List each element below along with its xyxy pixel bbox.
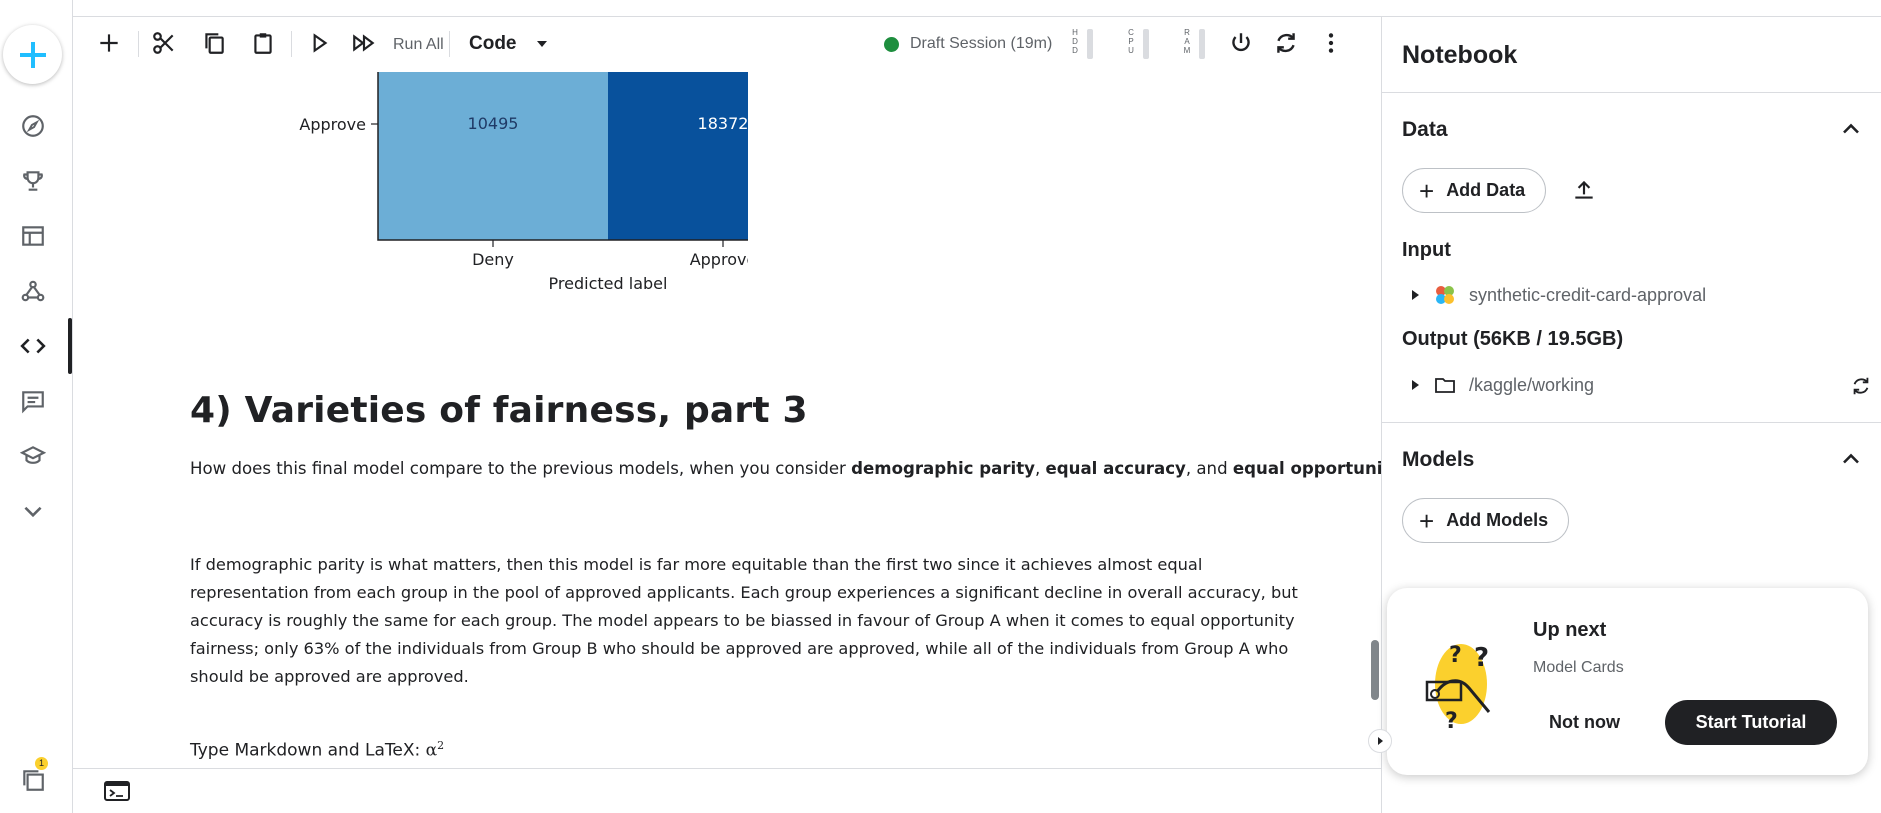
discussion-icon[interactable] xyxy=(17,385,49,417)
create-icon xyxy=(19,41,46,68)
more-options-button[interactable] xyxy=(1315,27,1347,59)
y-tick-label: Approve xyxy=(299,115,366,134)
scissors-icon xyxy=(153,32,174,54)
not-now-button[interactable]: Not now xyxy=(1549,712,1620,733)
input-label: Input xyxy=(1402,239,1451,261)
upload-icon[interactable] xyxy=(1571,177,1597,203)
heatmap-cell-approve-approve xyxy=(608,72,748,240)
session-status[interactable]: Draft Session (19m) xyxy=(910,35,1052,53)
learn-icon[interactable] xyxy=(17,440,49,472)
panel-divider xyxy=(1382,92,1881,93)
power-icon xyxy=(1232,33,1250,52)
cell-type-select[interactable]: Code xyxy=(469,33,517,55)
caret-right-icon xyxy=(1378,737,1383,745)
chevron-up-icon[interactable] xyxy=(1837,115,1865,143)
models-section-title[interactable]: Models xyxy=(1402,448,1474,472)
output-label: Output (56KB / 19.5GB) xyxy=(1402,328,1624,350)
clipboard-icon xyxy=(254,33,272,54)
console-button[interactable] xyxy=(103,779,133,805)
folder-icon xyxy=(1435,378,1455,393)
panel-divider xyxy=(1382,422,1881,423)
cell-label: 10495 xyxy=(468,114,519,133)
svg-text:?: ? xyxy=(1474,643,1489,673)
output-folder-row[interactable]: /kaggle/working xyxy=(1412,371,1594,399)
dataset-icon xyxy=(1436,286,1454,304)
run-cell-button[interactable] xyxy=(303,27,335,59)
confusion-matrix-chart: Approve 10495 18372 Deny Approve Predict… xyxy=(299,72,748,293)
run-all-icon-button[interactable] xyxy=(348,27,380,59)
table-icon[interactable] xyxy=(17,220,49,252)
more-vert-icon xyxy=(1328,33,1334,53)
copy-icon xyxy=(205,33,224,54)
cut-button[interactable] xyxy=(148,27,180,59)
refresh-icon xyxy=(1277,33,1295,53)
play-icon xyxy=(313,33,328,53)
ram-label: RAM xyxy=(1183,28,1191,55)
expand-triangle-icon xyxy=(1412,290,1419,300)
hdd-meter xyxy=(1087,29,1093,59)
markdown-answer: If demographic parity is what matters, t… xyxy=(190,555,1298,686)
left-nav-rail: 1 xyxy=(0,0,73,813)
tutorial-illustration-icon: ? ? ? xyxy=(1425,643,1491,730)
svg-text:?: ? xyxy=(1449,643,1462,668)
active-indicator xyxy=(68,318,72,374)
plus-icon xyxy=(100,34,118,52)
fast-forward-icon xyxy=(353,34,375,52)
top-strip xyxy=(73,0,1881,17)
copy-button[interactable] xyxy=(198,27,230,59)
cell-label: 18372 xyxy=(698,114,748,133)
session-status-dot xyxy=(884,37,899,52)
markdown-question: How does this final model compare to the… xyxy=(190,459,1381,478)
scrollbar-thumb[interactable] xyxy=(1371,640,1379,700)
compass-icon[interactable] xyxy=(17,110,49,142)
start-tutorial-button[interactable]: Start Tutorial xyxy=(1665,700,1837,745)
bottom-bar xyxy=(73,768,1381,813)
up-next-card: ? ? ? Up next Model Cards Not now Start … xyxy=(1387,588,1868,775)
run-all-button[interactable]: Run All xyxy=(393,36,444,54)
caret-down-icon xyxy=(537,41,547,47)
chevron-up-icon[interactable] xyxy=(1837,445,1865,473)
toolbar-divider xyxy=(449,31,450,57)
markdown-heading: 4) Varieties of fairness, part 3 xyxy=(190,390,808,431)
models-icon[interactable] xyxy=(17,275,49,307)
markdown-input-placeholder[interactable]: Type Markdown and LaTeX: α2 xyxy=(190,732,444,765)
notebook-content: Approve 10495 18372 Deny Approve Predict… xyxy=(73,72,1381,768)
collapse-panel-button[interactable] xyxy=(1368,729,1392,753)
expand-triangle-icon xyxy=(1412,380,1419,390)
x-tick-label: Approve xyxy=(690,250,748,269)
restart-button[interactable] xyxy=(1270,27,1302,59)
cpu-meter xyxy=(1143,29,1149,59)
toolbar-divider xyxy=(291,31,292,57)
add-data-button[interactable]: + Add Data xyxy=(1402,168,1547,213)
heatmap-cell-approve-deny xyxy=(378,72,608,240)
ram-meter xyxy=(1199,29,1205,59)
hdd-label: HDD xyxy=(1072,28,1078,55)
svg-text:?: ? xyxy=(1445,709,1458,730)
up-next-subtitle: Model Cards xyxy=(1533,659,1624,676)
plus-icon: + xyxy=(1419,505,1435,536)
trophy-icon[interactable] xyxy=(17,165,49,197)
expand-more-icon[interactable] xyxy=(17,495,49,527)
x-tick-label: Deny xyxy=(472,250,514,269)
plus-icon: + xyxy=(1419,175,1435,206)
toolbar-divider xyxy=(138,31,139,57)
x-axis-label: Predicted label xyxy=(549,274,668,293)
refresh-icon[interactable] xyxy=(1850,375,1872,397)
add-cell-button[interactable] xyxy=(93,27,125,59)
cpu-label: CPU xyxy=(1128,28,1134,55)
power-button[interactable] xyxy=(1225,27,1257,59)
create-button[interactable] xyxy=(3,25,62,84)
add-models-button[interactable]: + Add Models xyxy=(1402,498,1570,543)
terminal-icon xyxy=(104,781,130,801)
data-section-title[interactable]: Data xyxy=(1402,118,1448,142)
paste-button[interactable] xyxy=(247,27,279,59)
input-dataset-row[interactable]: synthetic-credit-card-approval xyxy=(1412,281,1706,309)
up-next-title: Up next xyxy=(1533,619,1607,641)
notebook-toolbar: Run All Code Draft Session (19m) HDD CPU… xyxy=(73,17,1381,72)
panel-title: Notebook xyxy=(1402,41,1518,69)
code-icon[interactable] xyxy=(17,330,49,362)
tasks-badge: 1 xyxy=(35,757,48,770)
